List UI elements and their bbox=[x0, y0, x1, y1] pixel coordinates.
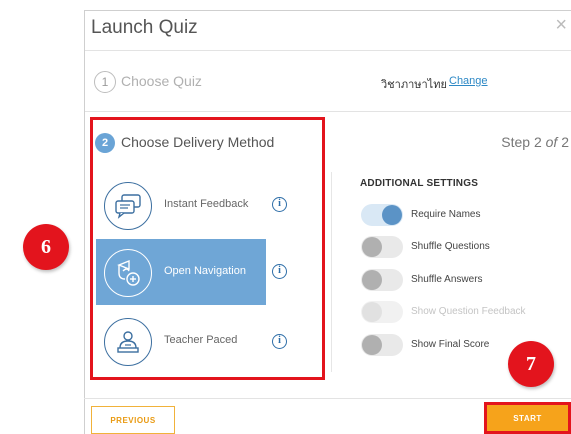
step1-divider bbox=[85, 111, 571, 112]
modal-title: Launch Quiz bbox=[91, 17, 198, 38]
start-highlight: START bbox=[484, 402, 571, 434]
setting-show-question-feedback: Show Question Feedback bbox=[361, 301, 571, 323]
header-divider bbox=[85, 50, 571, 51]
require-names-toggle[interactable] bbox=[361, 204, 403, 226]
step1-number: 1 bbox=[94, 71, 116, 93]
step1-label[interactable]: Choose Quiz bbox=[121, 73, 202, 89]
setting-shuffle-answers: Shuffle Answers bbox=[361, 269, 571, 291]
callout-6: 6 bbox=[23, 224, 69, 270]
shuffle-questions-toggle[interactable] bbox=[361, 236, 403, 258]
setting-require-names: Require Names bbox=[361, 204, 571, 226]
column-divider bbox=[331, 172, 332, 372]
show-final-score-toggle[interactable] bbox=[361, 334, 403, 356]
selected-quiz-name: วิชาภาษาไทย bbox=[381, 79, 447, 91]
callout-7: 7 bbox=[508, 341, 554, 387]
shuffle-answers-toggle[interactable] bbox=[361, 269, 403, 291]
show-question-feedback-toggle bbox=[361, 301, 403, 323]
setting-label: Show Final Score bbox=[411, 339, 490, 350]
step-counter: Step 2 of 2 bbox=[501, 134, 569, 150]
change-quiz-link[interactable]: Change bbox=[449, 75, 488, 87]
delivery-method-highlight bbox=[90, 117, 325, 380]
setting-shuffle-questions: Shuffle Questions bbox=[361, 236, 571, 258]
footer-divider bbox=[84, 398, 571, 399]
start-button[interactable]: START bbox=[487, 405, 568, 431]
setting-label: Shuffle Answers bbox=[411, 274, 483, 285]
setting-label: Require Names bbox=[411, 209, 481, 220]
setting-label: Shuffle Questions bbox=[411, 241, 490, 252]
previous-button[interactable]: PREVIOUS bbox=[91, 406, 175, 434]
close-icon[interactable]: × bbox=[555, 15, 567, 35]
additional-settings-title: ADDITIONAL SETTINGS bbox=[360, 178, 479, 189]
setting-label: Show Question Feedback bbox=[411, 306, 526, 317]
